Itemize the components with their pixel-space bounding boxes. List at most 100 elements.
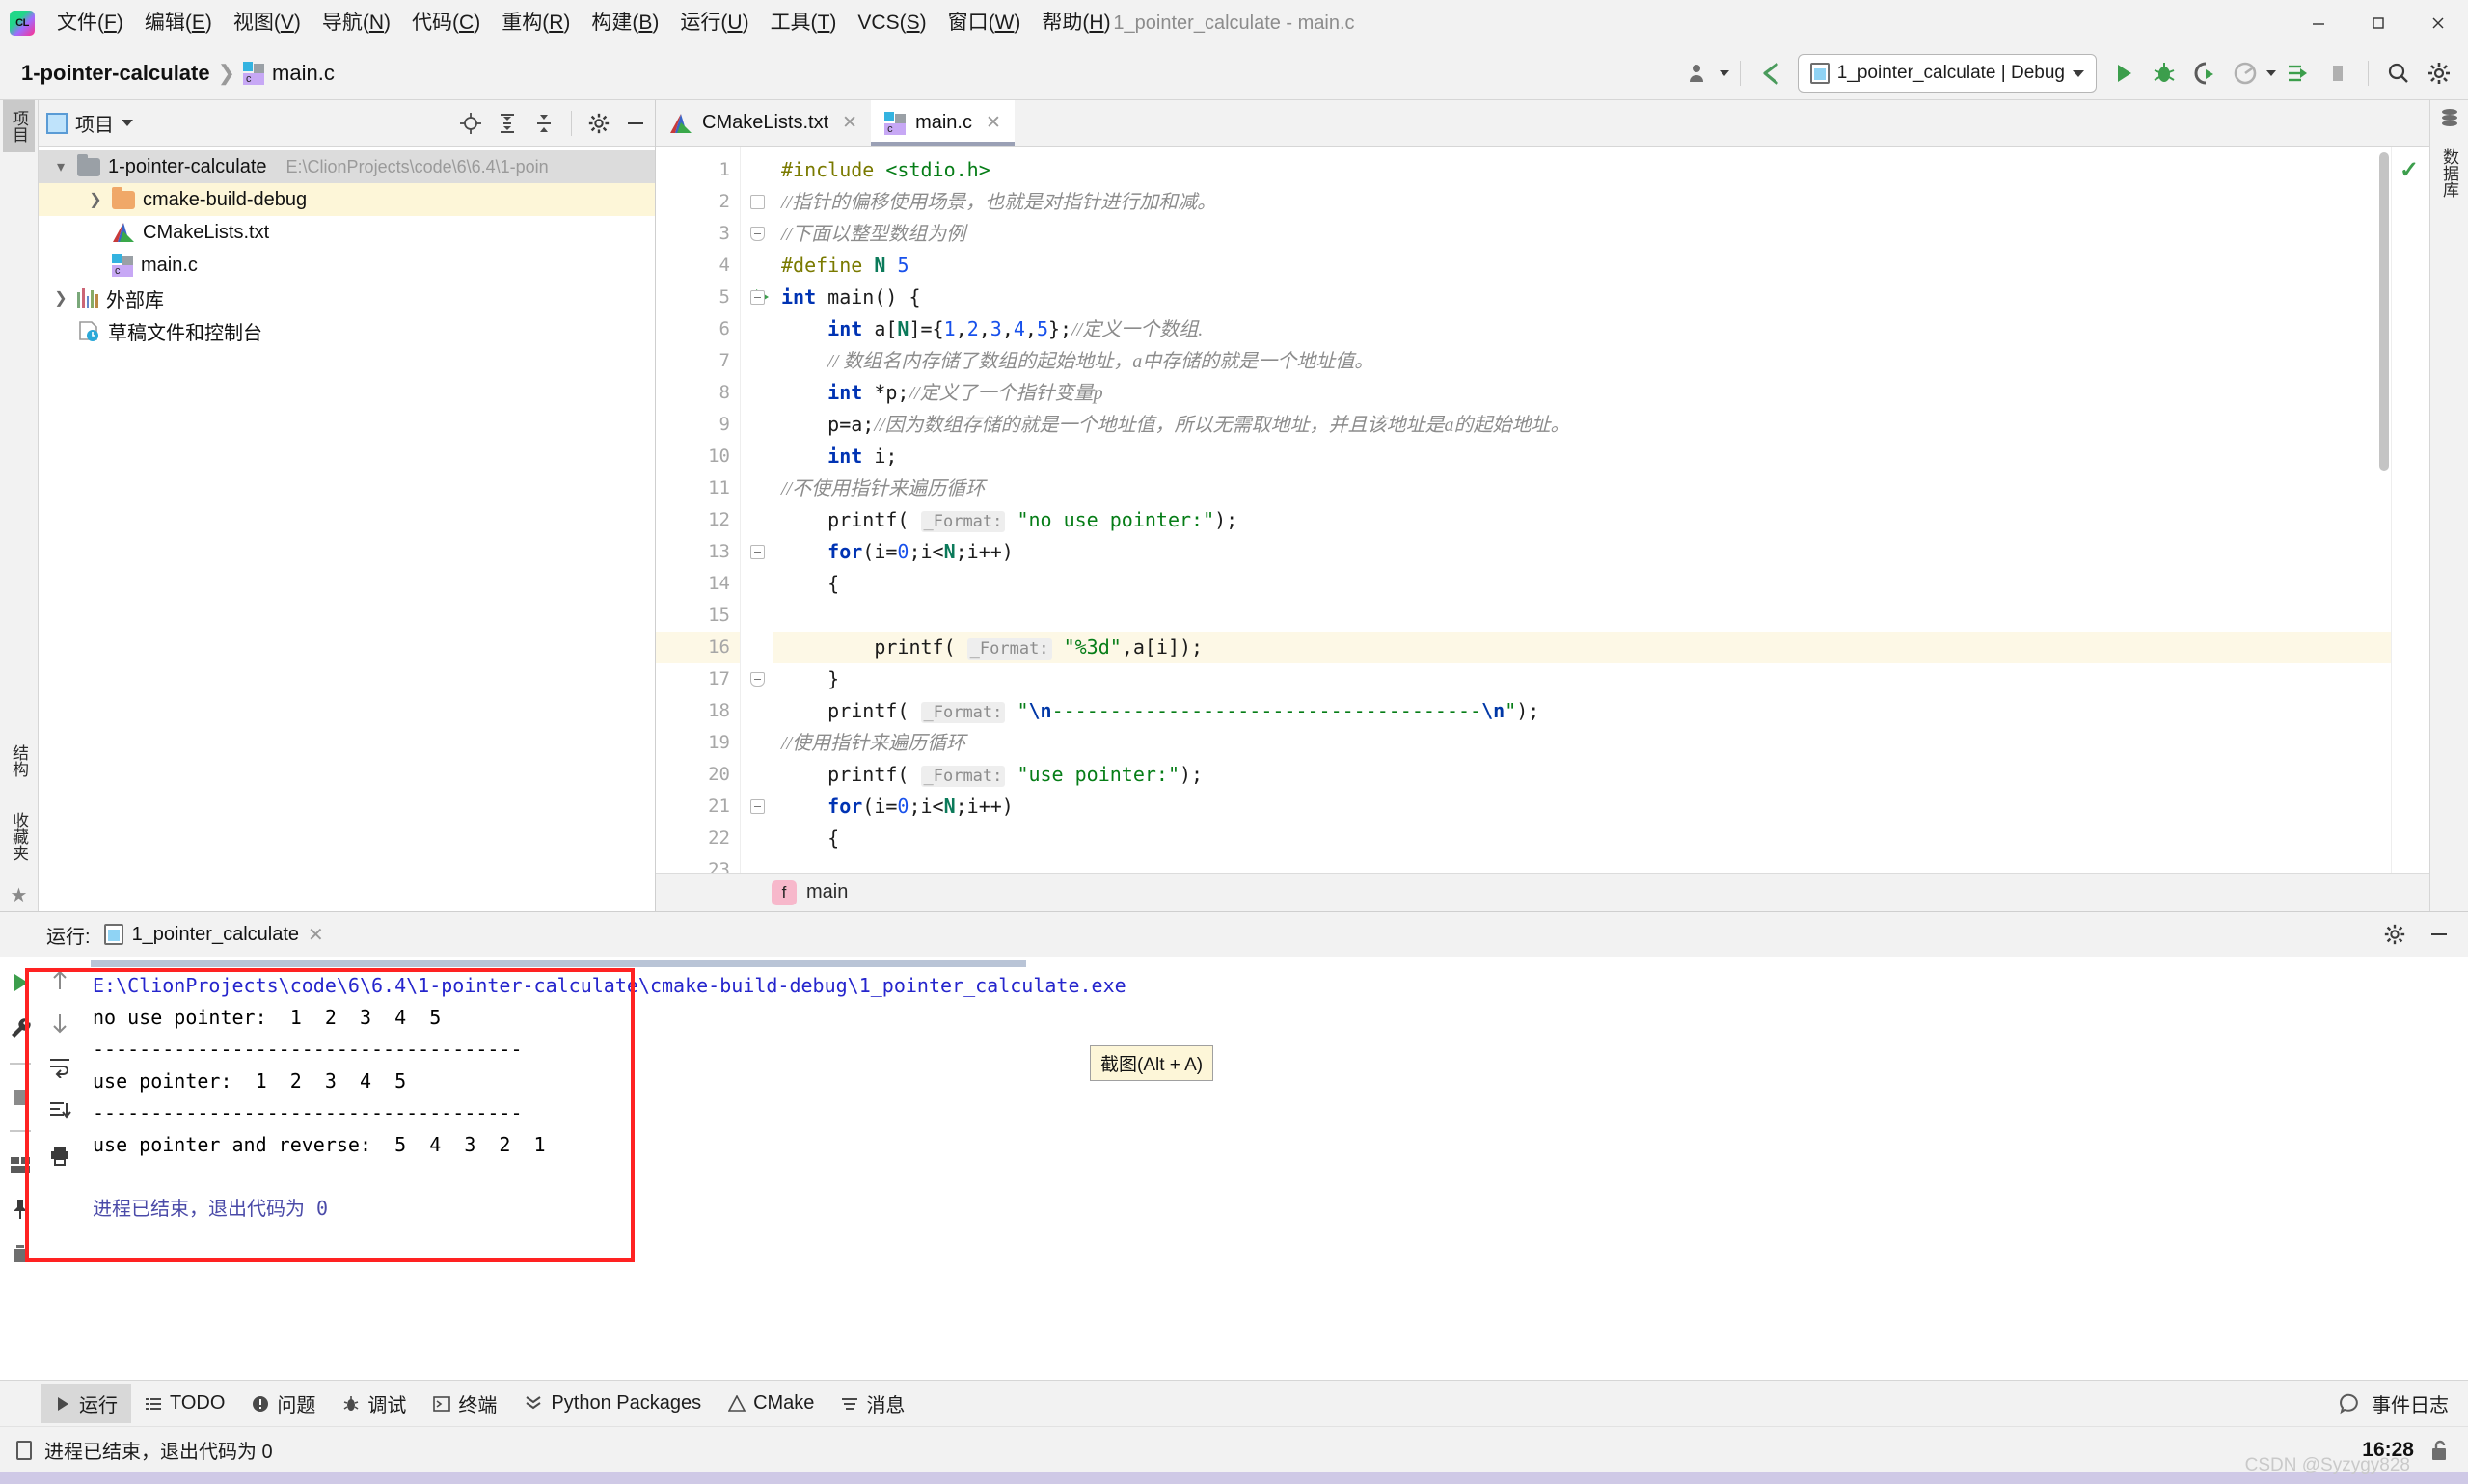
line-number[interactable]: 23 (656, 854, 740, 873)
down-arrow-icon[interactable] (49, 1012, 70, 1034)
status-bar-item-6[interactable]: CMake (715, 1387, 827, 1420)
line-number[interactable]: 2 (656, 186, 740, 218)
line-number[interactable]: 5 (656, 282, 769, 313)
code-line[interactable]: #include <stdio.h> (773, 154, 2391, 186)
run-tab-close-icon[interactable]: ✕ (308, 923, 324, 947)
code-line[interactable]: #define N 5 (773, 250, 2391, 282)
fold-toggle-icon[interactable] (749, 545, 765, 559)
fold-marker[interactable] (741, 663, 773, 695)
line-number[interactable]: 17 (656, 663, 740, 695)
code-line[interactable] (773, 854, 2391, 873)
stop-icon[interactable] (9, 1086, 32, 1109)
menu-item-2[interactable]: 视图(V) (223, 7, 312, 39)
user-icon[interactable] (1679, 53, 1718, 94)
expand-all-icon[interactable] (496, 112, 519, 135)
fold-column[interactable] (741, 147, 773, 873)
gear-icon[interactable] (587, 112, 610, 135)
code-line[interactable]: //使用指针来遍历循环 (773, 727, 2391, 759)
tree-expand-arrow[interactable]: ❯ (52, 288, 69, 308)
collapse-all-icon[interactable] (532, 112, 556, 135)
close-icon[interactable] (2408, 0, 2468, 46)
menu-item-1[interactable]: 编辑(E) (134, 7, 223, 39)
inspection-strip[interactable]: ✓ (2391, 147, 2429, 873)
tree-node-4[interactable]: ❯ 外部库 (39, 282, 655, 314)
line-number[interactable]: 19 (656, 727, 740, 759)
tab-cmakelists[interactable]: CMakeLists.txt ✕ (656, 100, 871, 146)
fold-toggle-icon[interactable] (749, 672, 765, 687)
fold-toggle-icon[interactable] (749, 290, 765, 305)
code-line[interactable]: //指针的偏移使用场景，也就是对指针进行加和减。 (773, 186, 2391, 218)
code-line[interactable]: { (773, 568, 2391, 600)
code-line[interactable]: for(i=0;i<N;i++) (773, 791, 2391, 823)
scroll-to-end-icon[interactable] (48, 1099, 71, 1122)
profile-icon[interactable] (2226, 53, 2265, 94)
status-bar-item-0[interactable]: 运行 (41, 1384, 131, 1423)
rail-tab-favorites[interactable]: 收藏夹 (3, 802, 35, 871)
hide-icon[interactable] (624, 112, 647, 135)
code-line[interactable]: printf( _Format: "\n--------------------… (773, 695, 2391, 727)
tab-mainc[interactable]: c main.c ✕ (871, 100, 1015, 146)
rail-tab-database[interactable]: 数据库 (2433, 139, 2465, 207)
line-number[interactable]: 4 (656, 250, 740, 282)
code-line[interactable]: printf( _Format: "use pointer:"); (773, 759, 2391, 791)
line-number[interactable]: 20 (656, 759, 740, 791)
layout-icon[interactable] (9, 1153, 32, 1176)
tree-node-5[interactable]: 草稿文件和控制台 (39, 314, 655, 347)
breadcrumb-project[interactable]: 1-pointer-calculate (21, 61, 210, 86)
profile-chevron-down-icon[interactable] (2266, 70, 2276, 76)
menu-item-8[interactable]: 工具(T) (760, 7, 848, 39)
minimize-icon[interactable] (2289, 0, 2348, 46)
fold-toggle-icon[interactable] (749, 227, 765, 241)
code-line[interactable]: int i; (773, 441, 2391, 472)
code-line[interactable]: } (773, 663, 2391, 695)
line-number[interactable]: 15 (656, 600, 740, 632)
tree-node-1[interactable]: ❯ cmake-build-debug (39, 183, 655, 216)
line-number[interactable]: 7 (656, 345, 740, 377)
fold-marker[interactable] (741, 218, 773, 250)
code-line[interactable]: // 数组名内存储了数组的起始地址，a中存储的就是一个地址值。 (773, 345, 2391, 377)
user-chevron-down-icon[interactable] (1719, 70, 1729, 76)
status-bar-item-5[interactable]: Python Packages (510, 1387, 715, 1420)
status-bar-item-2[interactable]: 问题 (238, 1384, 329, 1423)
code-editor[interactable]: 1 2 3 4 5 6 7 8 9 10 11 12 13 14 15 16 17 18 19 20 21 22 23 #i… (656, 147, 2429, 873)
menu-item-6[interactable]: 构建(B) (581, 7, 669, 39)
fold-toggle-icon[interactable] (749, 195, 765, 209)
line-number[interactable]: 12 (656, 504, 740, 536)
settings-gear-icon[interactable] (2420, 53, 2458, 94)
line-number-gutter[interactable]: 1 2 3 4 5 6 7 8 9 10 11 12 13 14 15 16 17 18 19 20 21 22 23 (656, 147, 769, 873)
menu-item-10[interactable]: 窗口(W) (937, 7, 1032, 39)
menu-item-3[interactable]: 导航(N) (312, 7, 401, 39)
code-line[interactable]: //下面以整型数组为例 (773, 218, 2391, 250)
attach-icon[interactable] (2278, 53, 2317, 94)
maximize-icon[interactable] (2348, 0, 2408, 46)
tree-expand-arrow[interactable]: ▾ (52, 157, 69, 176)
tree-node-3[interactable]: c main.c (39, 249, 655, 282)
code-line[interactable]: int main() { (773, 282, 2391, 313)
tree-expand-arrow[interactable]: ❯ (87, 190, 104, 209)
run-configuration-selector[interactable]: 1_pointer_calculate | Debug (1797, 54, 2097, 93)
back-arrow-icon[interactable] (1751, 53, 1790, 94)
fold-toggle-icon[interactable] (749, 799, 765, 814)
line-number[interactable]: 21 (656, 791, 740, 823)
lock-open-icon[interactable] (2427, 1439, 2451, 1462)
print-icon[interactable] (48, 1144, 71, 1167)
menu-item-11[interactable]: 帮助(H) (1031, 7, 1121, 39)
hide-icon[interactable] (2427, 923, 2451, 946)
fold-marker[interactable] (741, 186, 773, 218)
code-line[interactable]: //不使用指针来遍历循环 (773, 472, 2391, 504)
code-content[interactable]: #include <stdio.h>//指针的偏移使用场景，也就是对指针进行加和… (773, 147, 2391, 873)
breadcrumb-file[interactable]: main.c (272, 61, 335, 86)
menu-item-7[interactable]: 运行(U) (669, 7, 759, 39)
rail-tab-structure[interactable]: 结构 (3, 735, 35, 787)
tab-close-icon[interactable]: ✕ (986, 112, 1001, 134)
line-number[interactable]: 22 (656, 823, 740, 854)
trash-icon[interactable] (9, 1242, 32, 1265)
status-bar-item-3[interactable]: 调试 (329, 1384, 420, 1423)
menu-item-5[interactable]: 重构(R) (491, 7, 581, 39)
breadcrumb-function-name[interactable]: main (806, 881, 848, 904)
status-bar-item-4[interactable]: 终端 (420, 1384, 510, 1423)
code-line[interactable]: int *p;//定义了一个指针变量p (773, 377, 2391, 409)
line-number[interactable]: 8 (656, 377, 740, 409)
editor-vertical-scrollbar[interactable] (2379, 152, 2389, 471)
fold-marker[interactable] (741, 791, 773, 823)
